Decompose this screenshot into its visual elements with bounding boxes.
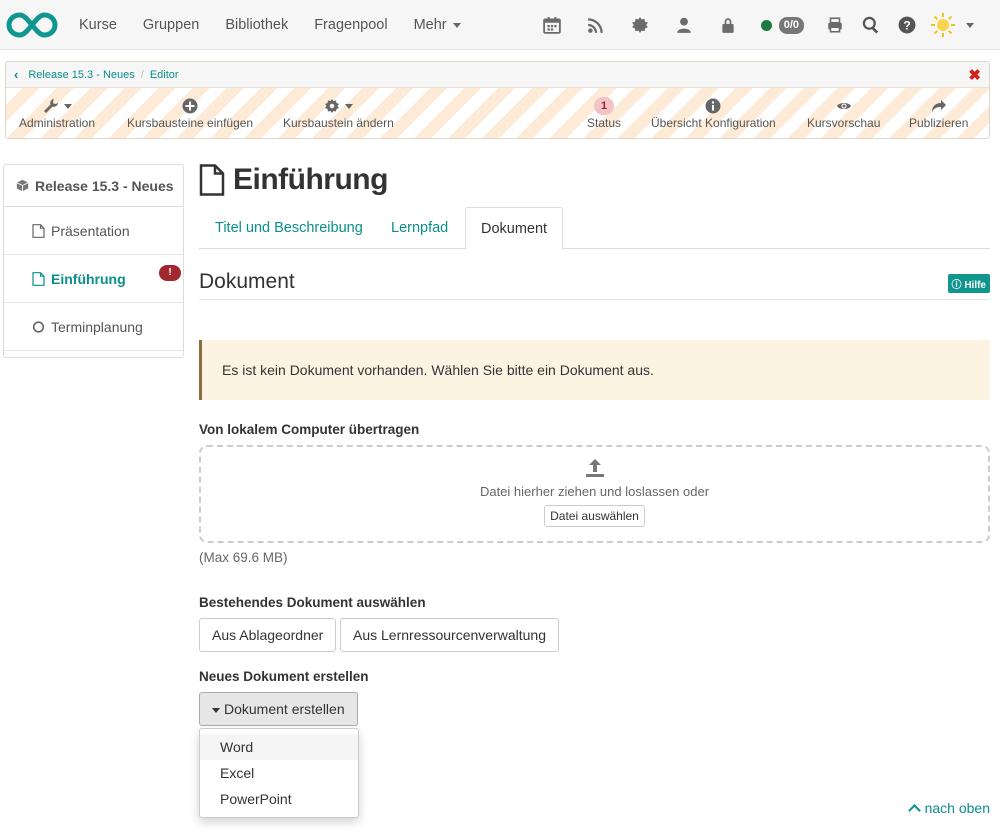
info-icon [705,98,721,114]
back-to-top-label: nach oben [924,800,990,816]
cube-icon [16,179,29,192]
upload-label: Von lokalem Computer übertragen [199,422,420,437]
close-icon[interactable]: ✖ [968,66,981,84]
status-label: Status [587,116,622,130]
file-dropzone[interactable]: Datei hierher ziehen und loslassen oder … [199,445,990,543]
search-icon[interactable] [860,14,882,36]
nav-fragenpool[interactable]: Fragenpool [301,0,400,50]
gear-icon[interactable] [629,14,651,36]
menu-item-excel[interactable]: Excel [200,760,358,786]
dropzone-text: Datei hierher ziehen und loslassen oder [479,484,710,499]
sidebar-item-terminplanung[interactable]: Terminplanung [4,303,183,351]
breadcrumb: ‹ Release 15.3 - Neues / Editor [6,62,989,88]
menu-item-word[interactable]: Word [200,734,358,760]
svg-text:?: ? [903,19,911,33]
back-to-top-link[interactable]: nach oben [907,800,990,817]
plus-circle-icon [182,98,198,114]
chevron-up-icon [907,804,921,817]
document-icon [32,223,45,238]
change-course-element-button[interactable]: Kursbaustein ändern [283,96,394,130]
new-document-label: Neues Dokument erstellen [199,669,369,684]
document-icon [199,164,225,196]
editor-tools: Administration Kursbausteine einfügen Ku… [6,88,989,138]
change-course-element-label: Kursbaustein ändern [283,116,394,130]
course-preview-label: Kursvorschau [807,116,881,130]
nav-kurse[interactable]: Kurse [66,0,130,50]
publish-button[interactable]: Publizieren [909,96,968,130]
section-title: Dokument [199,270,295,293]
overview-configuration-button[interactable]: Übersicht Konfiguration [651,96,776,130]
from-folder-button[interactable]: Aus Ablageordner [199,618,337,652]
course-tree-root[interactable]: Release 15.3 - Neues [4,165,183,207]
sidebar-item-label: Einführung [51,270,126,287]
print-icon[interactable] [824,14,846,36]
create-document-dropdown-button[interactable]: Dokument erstellen [199,692,358,726]
tab-dokument[interactable]: Dokument [465,207,564,250]
max-size-text: (Max 69.6 MB) [199,550,288,565]
status-count-badge: 1 [594,97,615,115]
choose-file-button[interactable]: Datei auswählen [544,505,645,527]
status-button[interactable]: 1 Status [587,96,621,130]
divider [199,299,990,300]
chevron-down-icon [452,22,461,28]
user-icon[interactable] [673,14,695,36]
chevron-down-icon[interactable] [966,22,974,28]
help-button[interactable]: ⓘ Hilfe [947,274,990,293]
breadcrumb-course[interactable]: Release 15.3 - Neues [28,69,134,81]
caret-down-icon [212,707,220,713]
help-label: Hilfe [964,280,986,291]
tab-bar: Titel und Beschreibung Lernpfad Dokument [199,207,990,250]
insert-course-element-label: Kursbausteine einfügen [127,116,254,130]
sidebar-item-einfuehrung[interactable]: Einführung ! [4,255,183,303]
chevron-down-icon [344,103,353,109]
insert-course-element-button[interactable]: Kursbausteine einfügen [127,96,253,130]
tab-lernpfad[interactable]: Lernpfad [391,207,448,249]
no-document-warning: Es ist kein Dokument vorhanden. Wählen S… [199,340,990,400]
breadcrumb-separator: / [140,68,144,81]
course-editor-toolbar: ‹ Release 15.3 - Neues / Editor ✖ Admini… [5,61,990,139]
online-status-dot[interactable] [760,19,772,31]
tab-titel-beschreibung[interactable]: Titel und Beschreibung [215,207,363,249]
theme-sun-icon[interactable] [930,12,956,38]
back-chevron-icon[interactable]: ‹ [14,67,18,82]
sidebar-item-label: Terminplanung [51,318,143,335]
from-resources-button[interactable]: Aus Lernressourcenverwaltung [340,618,559,652]
openolat-logo-icon[interactable] [6,11,58,39]
document-icon [32,271,45,286]
sidebar-item-praesentation[interactable]: Präsentation [4,207,183,255]
administration-button[interactable]: Administration [19,96,95,130]
existing-document-label: Bestehendes Dokument auswählen [199,595,426,610]
rss-icon[interactable] [585,14,607,36]
page-title: Einführung [199,163,388,197]
sidebar-item-label: Präsentation [51,222,130,239]
page-title-text: Einführung [233,163,388,196]
error-badge-icon: ! [159,265,181,281]
wrench-icon [43,99,58,113]
course-tree-sidebar: Release 15.3 - Neues Präsentation Einfüh… [3,164,184,358]
breadcrumb-editor[interactable]: Editor [150,69,179,81]
lock-icon[interactable] [717,14,739,36]
calendar-icon[interactable] [541,14,563,36]
nav-bibliothek[interactable]: Bibliothek [212,0,301,50]
circle-icon [32,320,45,333]
overview-configuration-label: Übersicht Konfiguration [651,116,776,130]
create-document-label: Dokument erstellen [224,701,345,717]
eye-icon [836,103,851,109]
course-preview-button[interactable]: Kursvorschau [807,96,880,130]
administration-label: Administration [19,116,96,130]
nav-mehr-label: Mehr [413,17,447,33]
top-navigation: Kurse Gruppen Bibliothek Fragenpool Mehr… [0,0,1000,50]
help-icon[interactable]: ? [896,14,918,36]
menu-item-powerpoint[interactable]: PowerPoint [200,786,358,812]
gear-icon [324,99,339,113]
publish-label: Publizieren [909,116,969,130]
share-arrow-icon [931,100,946,112]
status-count-badge[interactable]: 0/0 [778,16,804,34]
nav-mehr[interactable]: Mehr [401,0,474,50]
upload-icon [585,459,604,477]
create-document-menu: Word Excel PowerPoint [199,728,359,818]
course-tree-title: Release 15.3 - Neues [35,177,174,194]
nav-gruppen[interactable]: Gruppen [130,0,212,50]
chevron-down-icon [63,103,72,109]
